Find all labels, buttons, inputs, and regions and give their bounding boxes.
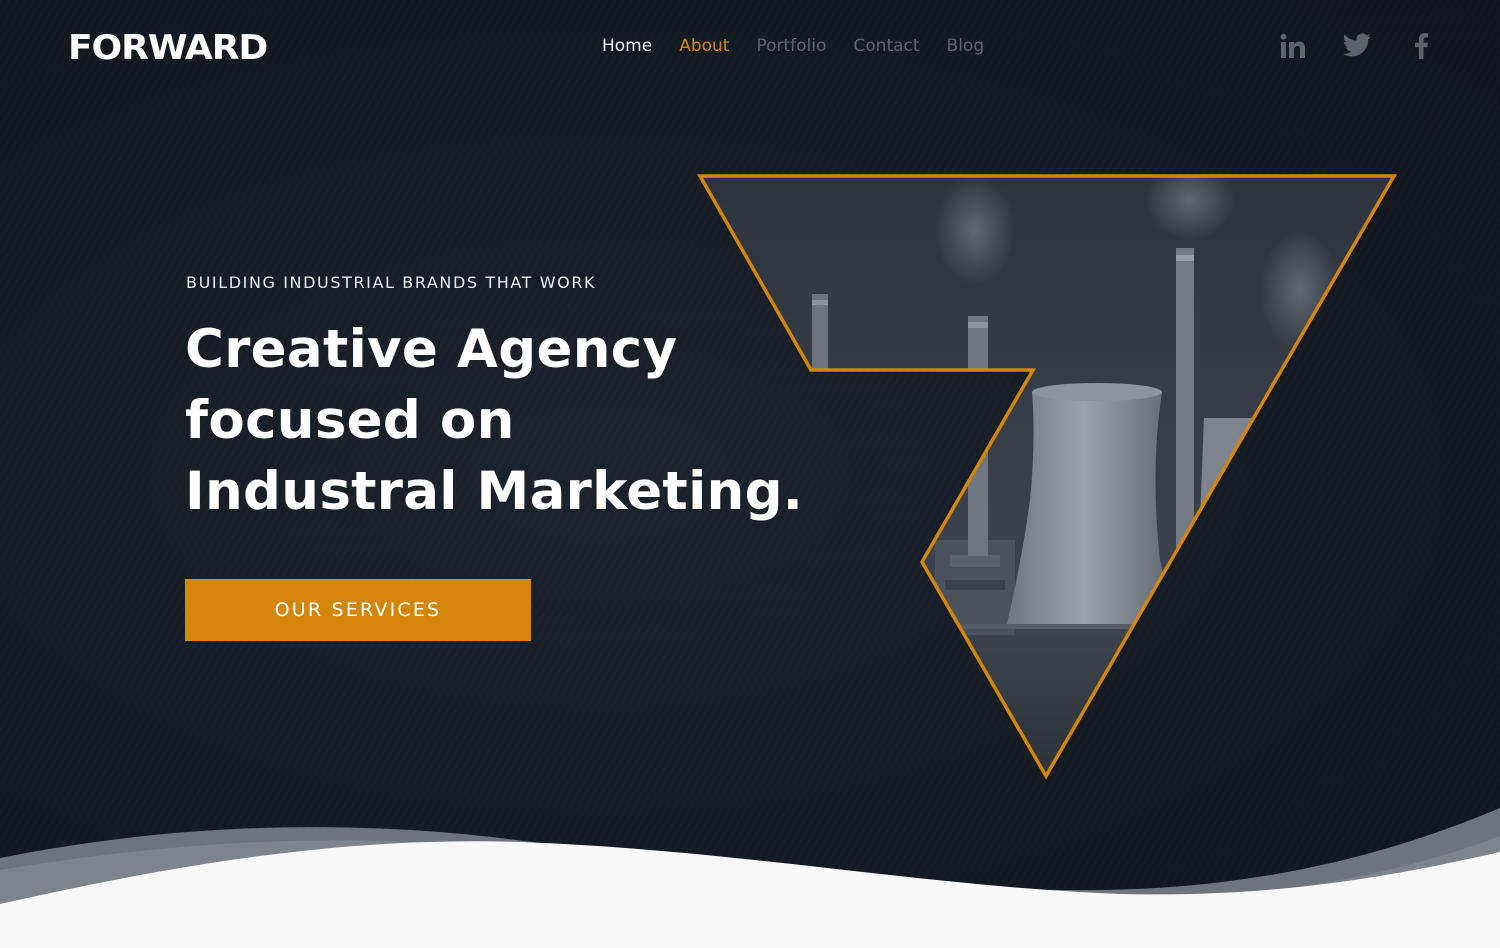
bottom-wave xyxy=(0,808,1500,948)
hero-section: FORWARD Home About Portfolio Contact Blo… xyxy=(0,0,1500,948)
